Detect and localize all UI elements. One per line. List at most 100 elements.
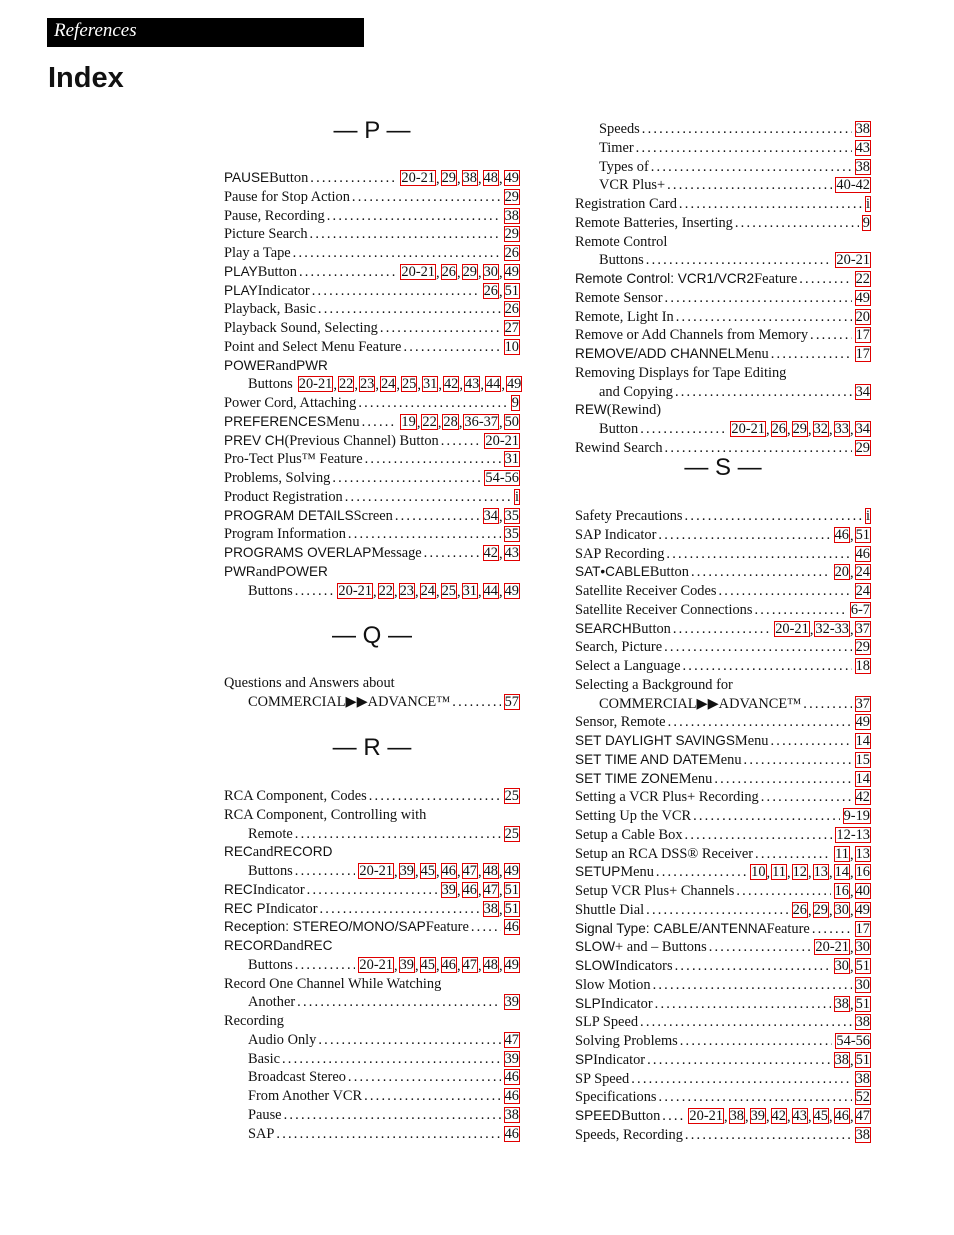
page-link[interactable]: i [865,196,871,212]
page-link[interactable]: 47 [503,1031,520,1048]
page-link[interactable]: 38 [854,158,871,175]
page-link[interactable]: 30 [833,901,850,918]
page-link[interactable]: 17 [854,920,871,937]
page-link[interactable]: 25 [503,788,520,804]
page-link[interactable]: 20-21 [484,432,520,449]
page-link[interactable]: 24 [419,582,436,599]
page-link[interactable]: 49 [503,170,520,186]
page-link[interactable]: 14 [854,733,871,749]
page-link[interactable]: 38 [854,121,871,137]
page-link[interactable]: 30 [854,939,871,956]
page-link[interactable]: 39 [440,881,457,898]
page-link[interactable]: 12 [791,864,808,881]
page-link[interactable]: 39 [503,1050,520,1067]
page-link[interactable]: 44 [484,376,502,393]
page-link[interactable]: 49 [854,714,871,731]
page-link[interactable]: 29 [503,188,520,205]
page-link[interactable]: 47 [461,956,478,973]
page-link[interactable]: 26 [482,282,499,299]
page-link[interactable]: 20-21 [337,582,373,599]
page-link[interactable]: 46 [503,1069,520,1086]
page-link[interactable]: 22 [337,376,355,393]
page-link[interactable]: 46 [503,1088,520,1104]
page-link[interactable]: 19 [400,413,417,430]
page-link[interactable]: 25 [400,376,418,393]
page-link[interactable]: 47 [854,1108,871,1124]
page-link[interactable]: 27 [503,320,520,336]
page-link[interactable]: 20-21 [400,170,436,186]
page-link[interactable]: 51 [503,282,520,299]
page-link[interactable]: 25 [503,825,520,842]
page-link[interactable]: 34 [482,507,499,524]
page-link[interactable]: 20-21 [358,956,394,973]
page-link[interactable]: 39 [398,863,415,879]
page-link[interactable]: 32 [812,421,829,437]
page-link[interactable]: 43 [503,545,520,561]
page-link[interactable]: 16 [833,883,850,899]
page-link[interactable]: 9-19 [842,808,871,824]
page-link[interactable]: 51 [503,881,520,898]
page-link[interactable]: 45 [812,1108,829,1124]
page-link[interactable]: 51 [503,900,520,917]
page-link[interactable]: 47 [482,881,499,898]
page-link[interactable]: 11 [834,845,850,862]
page-link[interactable]: 16 [854,864,871,881]
page-link[interactable]: 39 [749,1108,766,1124]
page-link[interactable]: 51 [854,526,871,543]
page-link[interactable]: 13 [854,845,871,862]
page-link[interactable]: 49 [503,956,520,973]
page-link[interactable]: 18 [854,658,871,674]
page-link[interactable]: 31 [421,376,439,393]
page-link[interactable]: 17 [854,346,871,362]
page-link[interactable]: 37 [854,695,871,712]
page-link[interactable]: 38 [854,1014,871,1031]
page-link[interactable]: 46 [440,863,457,879]
page-link[interactable]: 35 [503,507,520,524]
page-link[interactable]: 38 [854,1070,871,1087]
page-link[interactable]: 42 [854,789,871,806]
page-link[interactable]: 46 [833,526,850,543]
page-link[interactable]: 49 [503,263,520,280]
page-link[interactable]: 42 [770,1108,787,1124]
page-link[interactable]: 46 [503,1125,520,1142]
page-link[interactable]: 20-21 [730,421,766,437]
page-link[interactable]: 45 [419,863,436,879]
page-link[interactable]: 20-21 [297,376,334,393]
page-link[interactable]: 54-56 [484,470,520,486]
page-link[interactable]: 26 [791,901,808,918]
page-link[interactable]: 38 [728,1108,745,1124]
page-link[interactable]: 38 [503,207,520,224]
page-link[interactable]: 43 [791,1108,808,1124]
page-link[interactable]: i [865,508,871,524]
page-link[interactable]: 14 [833,864,850,881]
page-link[interactable]: 20-21 [400,263,436,280]
page-link[interactable]: 46 [440,956,457,973]
page-link[interactable]: 20-21 [835,252,871,269]
page-link[interactable]: 29 [503,226,520,243]
page-link[interactable]: 20-21 [814,939,850,956]
page-link[interactable]: 49 [854,901,871,918]
page-link[interactable]: 9 [861,214,871,231]
page-link[interactable]: 6-7 [849,601,871,618]
page-link[interactable]: 17 [854,327,871,344]
page-link[interactable]: 31 [461,582,478,599]
page-link[interactable]: 48 [482,863,499,879]
page-link[interactable]: 46 [854,545,871,562]
page-link[interactable]: 22 [421,413,438,430]
page-link[interactable]: 29 [791,421,808,437]
page-link[interactable]: 11 [771,864,787,881]
page-link[interactable]: 46 [503,919,520,936]
page-link[interactable]: 32-33 [814,620,850,637]
page-link[interactable]: 47 [461,863,478,879]
page-link[interactable]: 20-21 [358,863,394,879]
page-link[interactable]: 22 [377,582,394,599]
page-link[interactable]: 26 [503,301,520,318]
page-link[interactable]: 39 [503,994,520,1011]
page-link[interactable]: 31 [503,451,520,468]
page-link[interactable]: 48 [482,170,499,186]
page-link[interactable]: 49 [503,582,520,599]
page-link[interactable]: 9 [510,395,520,411]
page-link[interactable]: 38 [833,1051,850,1068]
page-link[interactable]: 10 [750,864,767,881]
page-link[interactable]: 25 [440,582,457,599]
